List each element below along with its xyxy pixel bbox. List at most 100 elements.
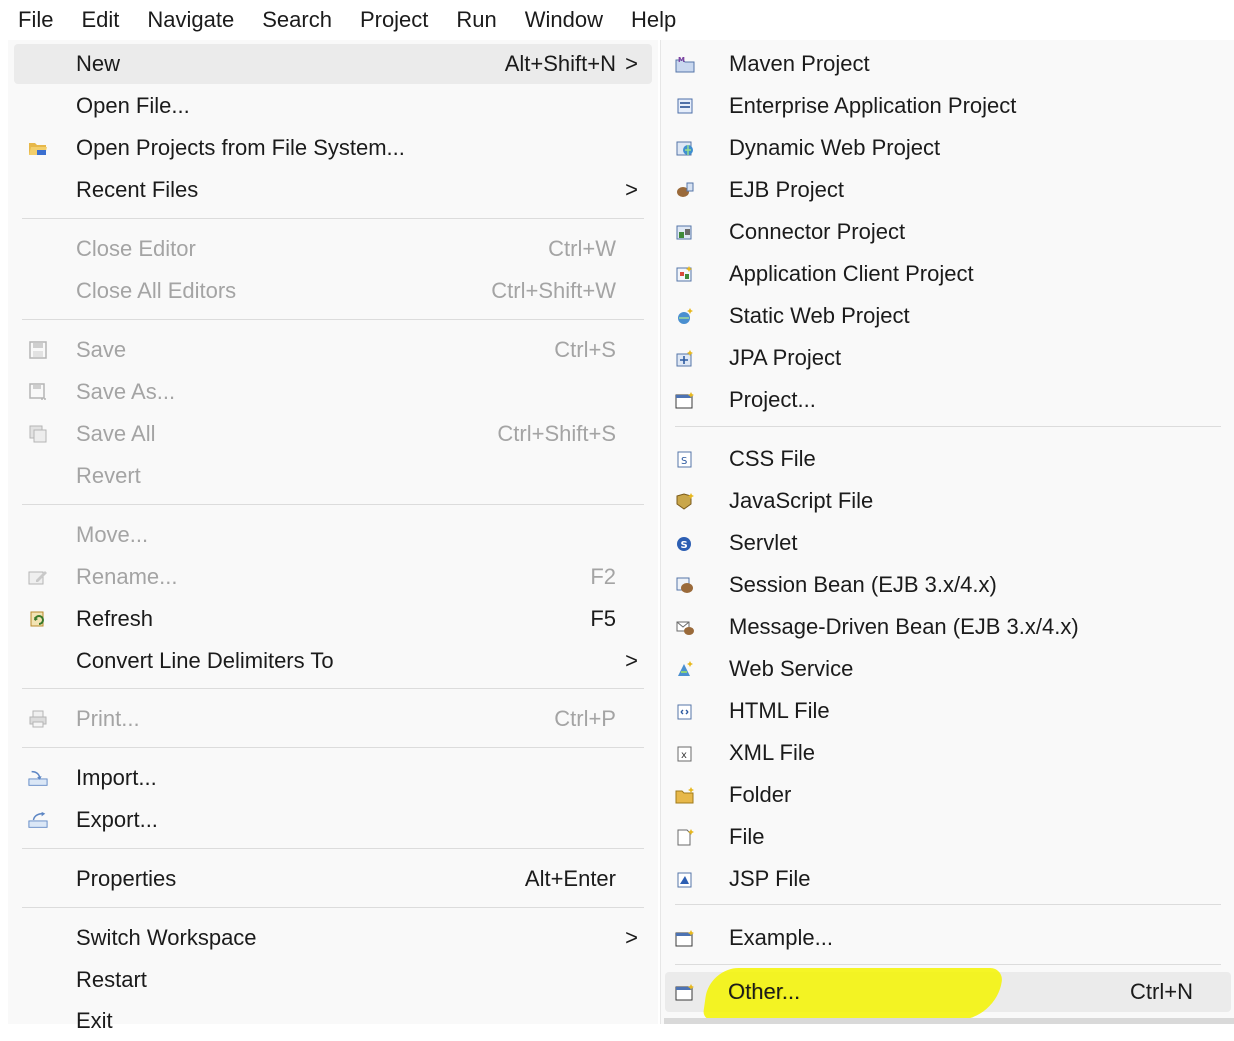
menu-item-example[interactable]: Example... — [665, 918, 1231, 958]
menu-item-label: CSS File — [729, 446, 816, 471]
chevron-right-icon: > — [625, 648, 638, 673]
menu-run[interactable]: Run — [442, 0, 510, 40]
chevron-right-icon: > — [625, 177, 638, 202]
menu-item-label: Close Editor — [76, 236, 196, 261]
menu-item-switch-workspace[interactable]: Switch Workspace > — [14, 918, 652, 958]
menu-item-servlet[interactable]: S Servlet — [665, 523, 1231, 563]
menu-item-label: File — [729, 824, 765, 849]
menu-separator — [22, 319, 644, 320]
menu-item-css-file[interactable]: S CSS File — [665, 439, 1231, 479]
menu-item-session-bean[interactable]: Session Bean (EJB 3.x/4.x) — [665, 565, 1231, 605]
menu-item-new[interactable]: New Alt+Shift+N > — [14, 44, 652, 84]
menu-item-import[interactable]: Import... — [14, 758, 652, 798]
menu-item-application-client-project[interactable]: Application Client Project — [665, 254, 1231, 294]
menu-help[interactable]: Help — [617, 0, 690, 40]
menu-item-label: Enterprise Application Project — [729, 93, 1017, 118]
folder-open-icon — [28, 138, 48, 158]
menu-item-html-file[interactable]: HTML File — [665, 691, 1231, 731]
menu-item-label: New — [76, 51, 121, 76]
menu-item-restart[interactable]: Restart — [14, 960, 652, 1000]
menu-item-print[interactable]: Print... Ctrl+P — [14, 699, 652, 739]
menu-item-label: XML File — [729, 740, 815, 765]
menu-search[interactable]: Search — [248, 0, 346, 40]
menu-separator — [22, 907, 644, 908]
menu-window[interactable]: Window — [511, 0, 617, 40]
menu-item-move[interactable]: Move... — [14, 515, 652, 555]
static-web-project-icon — [675, 306, 695, 326]
menu-item-label: Connector Project — [729, 219, 906, 244]
menu-file[interactable]: File — [0, 0, 67, 40]
project-icon — [675, 390, 695, 410]
svg-text:S: S — [681, 540, 688, 551]
menu-edit[interactable]: Edit — [67, 0, 133, 40]
maven-project-icon: M — [675, 54, 695, 74]
shortcut-label: Alt+Shift+N — [504, 51, 616, 76]
menu-item-save[interactable]: Save Ctrl+S — [14, 330, 652, 370]
menu-item-ejb-project[interactable]: EJB Project — [665, 170, 1231, 210]
menu-item-message-driven-bean[interactable]: Message-Driven Bean (EJB 3.x/4.x) — [665, 607, 1231, 647]
menu-item-save-as[interactable]: Save As... — [14, 372, 652, 412]
menu-item-maven-project[interactable]: M Maven Project — [665, 44, 1231, 84]
menu-item-refresh[interactable]: Refresh F5 — [14, 599, 652, 639]
menu-item-label: Save As... — [76, 379, 176, 404]
application-client-project-icon — [675, 264, 695, 284]
menu-item-close-all-editors[interactable]: Close All Editors Ctrl+Shift+W — [14, 271, 652, 311]
print-icon — [28, 709, 48, 729]
menu-separator — [675, 426, 1221, 427]
menu-project[interactable]: Project — [346, 0, 442, 40]
menu-item-recent-files[interactable]: Recent Files > — [14, 170, 652, 210]
menu-separator — [22, 688, 644, 689]
menu-item-save-all[interactable]: Save All Ctrl+Shift+S — [14, 414, 652, 454]
shortcut-label: Ctrl+P — [554, 706, 616, 731]
menu-item-jpa-project[interactable]: JPA Project — [665, 338, 1231, 378]
enterprise-project-icon — [675, 96, 695, 116]
menu-item-open-file[interactable]: Open File... — [14, 86, 652, 126]
menu-item-jsp-file[interactable]: JSP File — [665, 859, 1231, 899]
menu-item-close-editor[interactable]: Close Editor Ctrl+W — [14, 229, 652, 269]
shortcut-label: Ctrl+N — [1130, 979, 1193, 1004]
file-icon — [675, 827, 695, 847]
jpa-project-icon — [675, 348, 695, 368]
chevron-right-icon: > — [625, 51, 638, 76]
folder-icon — [675, 785, 695, 805]
menu-item-label: Folder — [729, 782, 792, 807]
menu-item-exit[interactable]: Exit — [14, 1001, 652, 1041]
menu-item-label: Maven Project — [729, 51, 870, 76]
menu-item-label: JSP File — [729, 866, 811, 891]
menu-item-label: Web Service — [729, 656, 854, 681]
shortcut-label: F2 — [590, 564, 616, 589]
new-submenu: M Maven Project Enterprise Application P… — [660, 40, 1234, 1024]
menu-item-export[interactable]: Export... — [14, 800, 652, 840]
menu-item-label: HTML File — [729, 698, 830, 723]
servlet-icon: S — [675, 533, 695, 553]
session-bean-icon — [675, 575, 695, 595]
menu-item-static-web-project[interactable]: Static Web Project — [665, 296, 1231, 336]
menu-item-connector-project[interactable]: Connector Project — [665, 212, 1231, 252]
menu-item-project[interactable]: Project... — [665, 380, 1231, 420]
menu-item-xml-file[interactable]: x XML File — [665, 733, 1231, 773]
menu-item-label: Project... — [729, 387, 816, 412]
other-label-overlay: Other... — [728, 979, 801, 1004]
svg-text:x: x — [681, 750, 687, 761]
menu-item-file[interactable]: File — [665, 817, 1231, 857]
example-icon — [675, 928, 695, 948]
xml-file-icon: x — [675, 743, 695, 763]
menu-item-label: Application Client Project — [729, 261, 974, 286]
message-driven-bean-icon — [675, 617, 695, 637]
menu-item-enterprise-application-project[interactable]: Enterprise Application Project — [665, 86, 1231, 126]
svg-text:M: M — [678, 56, 685, 64]
menu-item-properties[interactable]: Properties Alt+Enter — [14, 859, 652, 899]
menu-item-dynamic-web-project[interactable]: Dynamic Web Project — [665, 128, 1231, 168]
menu-item-label: Open Projects from File System... — [76, 135, 405, 160]
menu-item-label: Rename... — [76, 564, 178, 589]
menu-item-revert[interactable]: Revert — [14, 456, 652, 496]
menu-item-folder[interactable]: Folder — [665, 775, 1231, 815]
menu-item-javascript-file[interactable]: JavaScript File — [665, 481, 1231, 521]
menu-item-convert-line-delimiters[interactable]: Convert Line Delimiters To > — [14, 641, 652, 681]
menu-item-web-service[interactable]: Web Service — [665, 649, 1231, 689]
menu-item-rename[interactable]: Rename... F2 — [14, 557, 652, 597]
shortcut-label: Alt+Enter — [524, 866, 616, 891]
connector-project-icon — [675, 222, 695, 242]
menu-navigate[interactable]: Navigate — [133, 0, 248, 40]
menu-item-open-projects[interactable]: Open Projects from File System... — [14, 128, 652, 168]
